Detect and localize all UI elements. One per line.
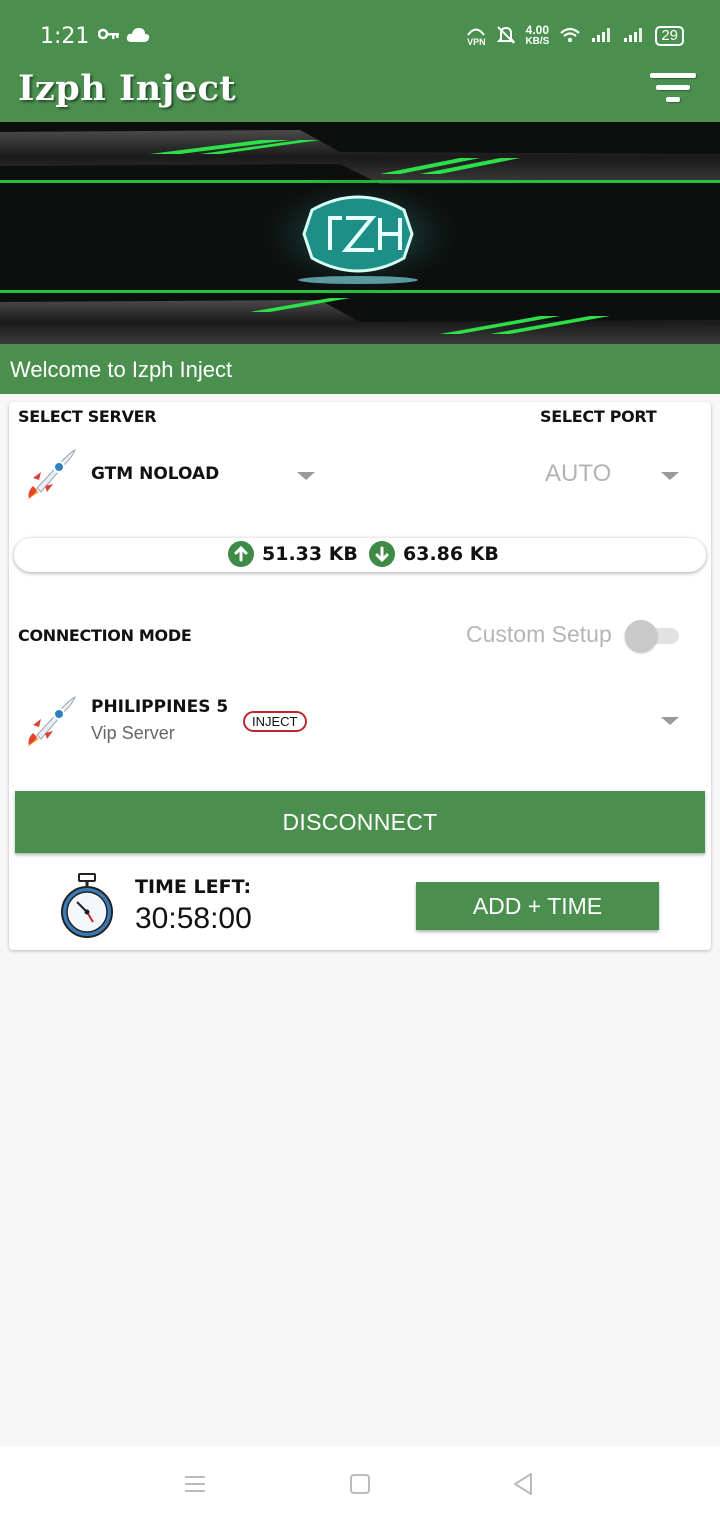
banner-graphic [0, 122, 720, 344]
app-title: Izph Inject [18, 68, 237, 109]
add-time-button[interactable]: ADD + TIME [416, 882, 659, 930]
chevron-down-icon [297, 472, 315, 480]
battery-level: 29 [661, 27, 678, 44]
upload-stat: 51.33 KB [228, 541, 358, 567]
cloud-icon [126, 27, 150, 42]
chevron-down-icon [661, 472, 679, 480]
select-port-label: SELECT PORT [540, 407, 657, 426]
port-dropdown[interactable]: AUTO [529, 440, 709, 510]
disconnect-button[interactable]: DISCONNECT [15, 791, 705, 853]
mode-dropdown[interactable]: PHILIPPINES 5 Vip Server INJECT [9, 687, 711, 757]
recent-apps-icon[interactable] [181, 1470, 209, 1498]
status-bar: 1:21 VPN 4.00 KB/S 29 [0, 0, 720, 68]
back-icon[interactable] [509, 1470, 537, 1498]
connection-card: SELECT SERVER SELECT PORT GTM NOLOAD AUT… [9, 402, 711, 950]
upload-value: 51.33 KB [262, 543, 358, 565]
status-time: 1:21 [40, 24, 90, 49]
key-icon [97, 27, 120, 46]
traffic-counter: 51.33 KB 63.86 KB [14, 538, 706, 572]
upload-arrow-icon [228, 541, 254, 567]
banner-image [0, 122, 720, 344]
mode-subtitle: Vip Server [91, 723, 175, 743]
connection-mode-label: CONNECTION MODE [18, 626, 192, 645]
filter-menu-icon[interactable] [650, 73, 696, 107]
mute-icon [496, 25, 516, 48]
speed-value: 4.00 [525, 23, 550, 37]
chevron-down-icon [661, 717, 679, 725]
app-bar: Izph Inject [0, 68, 720, 122]
welcome-banner: Welcome to Izph Inject [0, 344, 720, 394]
signal-icon [591, 27, 613, 46]
port-value: AUTO [545, 460, 612, 487]
signal-icon [623, 27, 645, 46]
stopwatch-icon [57, 872, 117, 940]
speed-unit: KB/S [525, 36, 550, 47]
network-speed: 4.00 KB/S [525, 24, 549, 48]
server-dropdown[interactable]: GTM NOLOAD [9, 440, 339, 510]
time-left-label: TIME LEFT: [135, 876, 252, 898]
rocket-icon [23, 693, 79, 749]
mode-name: PHILIPPINES 5 [91, 697, 229, 717]
system-nav-bar [0, 1446, 720, 1520]
vpn-icon: VPN [465, 26, 487, 47]
toggle-knob [625, 620, 657, 652]
server-name: GTM NOLOAD [91, 464, 220, 484]
select-server-label: SELECT SERVER [18, 407, 157, 426]
home-icon[interactable] [346, 1470, 374, 1498]
vpn-label: VPN [467, 36, 486, 47]
battery-icon: 29 [655, 26, 684, 46]
wifi-icon [559, 26, 581, 47]
inject-badge: INJECT [243, 711, 307, 732]
download-stat: 63.86 KB [369, 541, 499, 567]
rocket-icon [23, 446, 79, 502]
custom-setup-toggle[interactable] [625, 620, 681, 652]
download-value: 63.86 KB [403, 543, 499, 565]
time-left-value: 30:58:00 [135, 902, 252, 935]
custom-setup-label: Custom Setup [466, 621, 612, 647]
download-arrow-icon [369, 541, 395, 567]
